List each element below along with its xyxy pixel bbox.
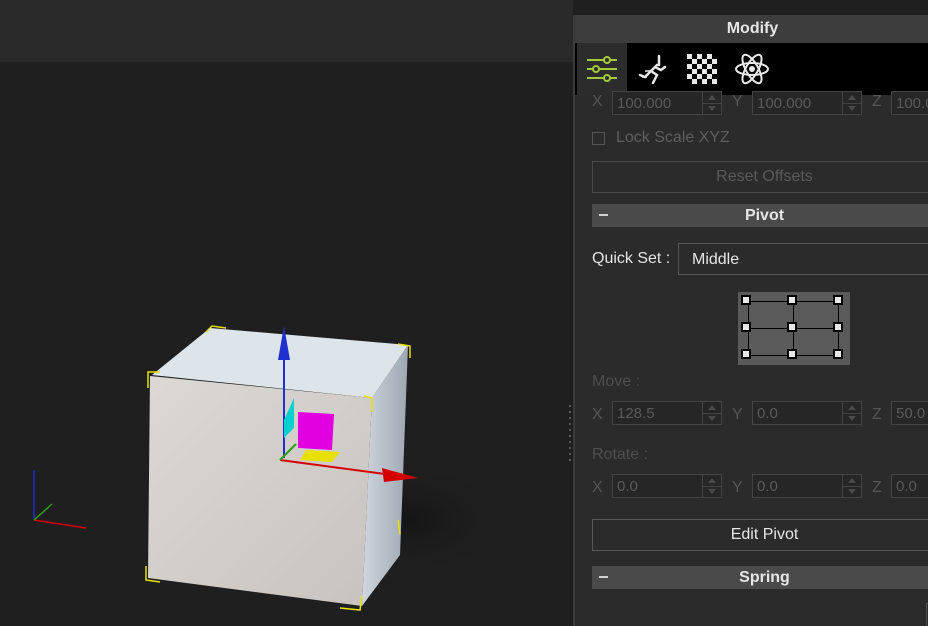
quick-set-label: Quick Set : bbox=[592, 250, 671, 267]
pivot-point-top-right[interactable] bbox=[833, 295, 843, 305]
pivot-section-title: Pivot bbox=[744, 207, 785, 224]
reset-offsets-button[interactable]: Reset Offsets bbox=[592, 161, 928, 193]
rotate-y-label: Y bbox=[732, 479, 743, 496]
lock-scale-checkbox[interactable] bbox=[592, 132, 605, 145]
rotate-z-label: Z bbox=[872, 479, 882, 496]
pivot-point-bottom-right[interactable] bbox=[833, 349, 843, 359]
scale-x-value: 100.000 bbox=[617, 95, 672, 112]
scale-x-field[interactable]: 100.000 bbox=[612, 91, 722, 115]
tab-attributes[interactable] bbox=[577, 43, 627, 95]
rotate-label: Rotate : bbox=[592, 446, 649, 463]
3d-viewport[interactable] bbox=[0, 62, 573, 626]
quick-set-select[interactable]: Middle bbox=[678, 243, 928, 275]
edit-pivot-button[interactable]: Edit Pivot bbox=[592, 519, 928, 551]
scale-z-value: 100.0 bbox=[896, 95, 928, 112]
pivot-point-middle-center[interactable] bbox=[787, 322, 797, 332]
checkerboard-icon bbox=[687, 54, 717, 84]
move-x-stepper[interactable] bbox=[702, 402, 721, 424]
panel-title: Modify bbox=[575, 15, 928, 43]
world-x-axis bbox=[33, 519, 87, 529]
gizmo-xy-plane bbox=[298, 412, 334, 450]
world-z-axis bbox=[33, 503, 53, 521]
tab-physics[interactable] bbox=[727, 43, 777, 95]
move-y-field[interactable]: 0.0 bbox=[752, 401, 862, 425]
lock-scale-label: Lock Scale XYZ bbox=[616, 129, 730, 146]
modify-panel: Modify X 100.000 Y 100.000 Z 100. Lock S… bbox=[573, 15, 928, 626]
rotate-y-field[interactable]: 0.0 bbox=[752, 474, 862, 498]
tab-motion[interactable] bbox=[627, 43, 677, 95]
cube-front-face bbox=[148, 376, 372, 606]
move-x-field[interactable]: 128.5 bbox=[612, 401, 722, 425]
rotate-z-field[interactable]: 0.0 bbox=[891, 474, 928, 498]
scale-x-stepper[interactable] bbox=[702, 92, 721, 114]
scale-z-field[interactable]: 100.0 bbox=[891, 91, 928, 115]
rotate-x-label: X bbox=[592, 479, 603, 496]
move-z-value: 50.0 bbox=[896, 405, 926, 422]
rotate-x-field[interactable]: 0.0 bbox=[612, 474, 722, 498]
move-label: Move : bbox=[592, 373, 641, 390]
move-z-label: Z bbox=[872, 406, 882, 423]
scale-x-label: X bbox=[592, 93, 603, 110]
spring-section-header[interactable]: Spring bbox=[592, 566, 928, 589]
pivot-point-middle-left[interactable] bbox=[741, 322, 751, 332]
move-x-label: X bbox=[592, 406, 603, 423]
modify-tabbar bbox=[575, 43, 928, 95]
move-y-value: 0.0 bbox=[757, 405, 778, 422]
pivot-section-header[interactable]: Pivot bbox=[592, 204, 928, 227]
pivot-point-bottom-center[interactable] bbox=[787, 349, 797, 359]
move-x-value: 128.5 bbox=[617, 405, 655, 422]
panel-splitter-handle[interactable] bbox=[568, 405, 572, 467]
atom-icon bbox=[735, 53, 769, 85]
scale-y-field[interactable]: 100.000 bbox=[752, 91, 862, 115]
rotate-y-stepper[interactable] bbox=[842, 475, 861, 497]
pivot-point-top-left[interactable] bbox=[741, 295, 751, 305]
quick-set-value: Middle bbox=[692, 251, 740, 268]
rotate-x-stepper[interactable] bbox=[702, 475, 721, 497]
running-figure-icon bbox=[638, 54, 667, 85]
rotate-z-value: 0.0 bbox=[896, 478, 917, 495]
scale-y-label: Y bbox=[732, 93, 743, 110]
scale-y-stepper[interactable] bbox=[842, 92, 861, 114]
pivot-position-grid[interactable] bbox=[738, 292, 850, 365]
spring-section-title: Spring bbox=[739, 569, 790, 586]
rotate-x-value: 0.0 bbox=[617, 478, 638, 495]
pivot-point-middle-right[interactable] bbox=[833, 322, 843, 332]
rotate-y-value: 0.0 bbox=[757, 478, 778, 495]
scale-z-label: Z bbox=[872, 93, 882, 110]
move-y-stepper[interactable] bbox=[842, 402, 861, 424]
pivot-point-top-center[interactable] bbox=[787, 295, 797, 305]
move-y-label: Y bbox=[732, 406, 743, 423]
pivot-point-bottom-left[interactable] bbox=[741, 349, 751, 359]
sliders-icon bbox=[587, 56, 617, 82]
move-z-field[interactable]: 50.0 bbox=[891, 401, 928, 425]
tab-material[interactable] bbox=[677, 43, 727, 95]
viewport-scene bbox=[33, 325, 520, 611]
scale-y-value: 100.000 bbox=[757, 95, 812, 112]
